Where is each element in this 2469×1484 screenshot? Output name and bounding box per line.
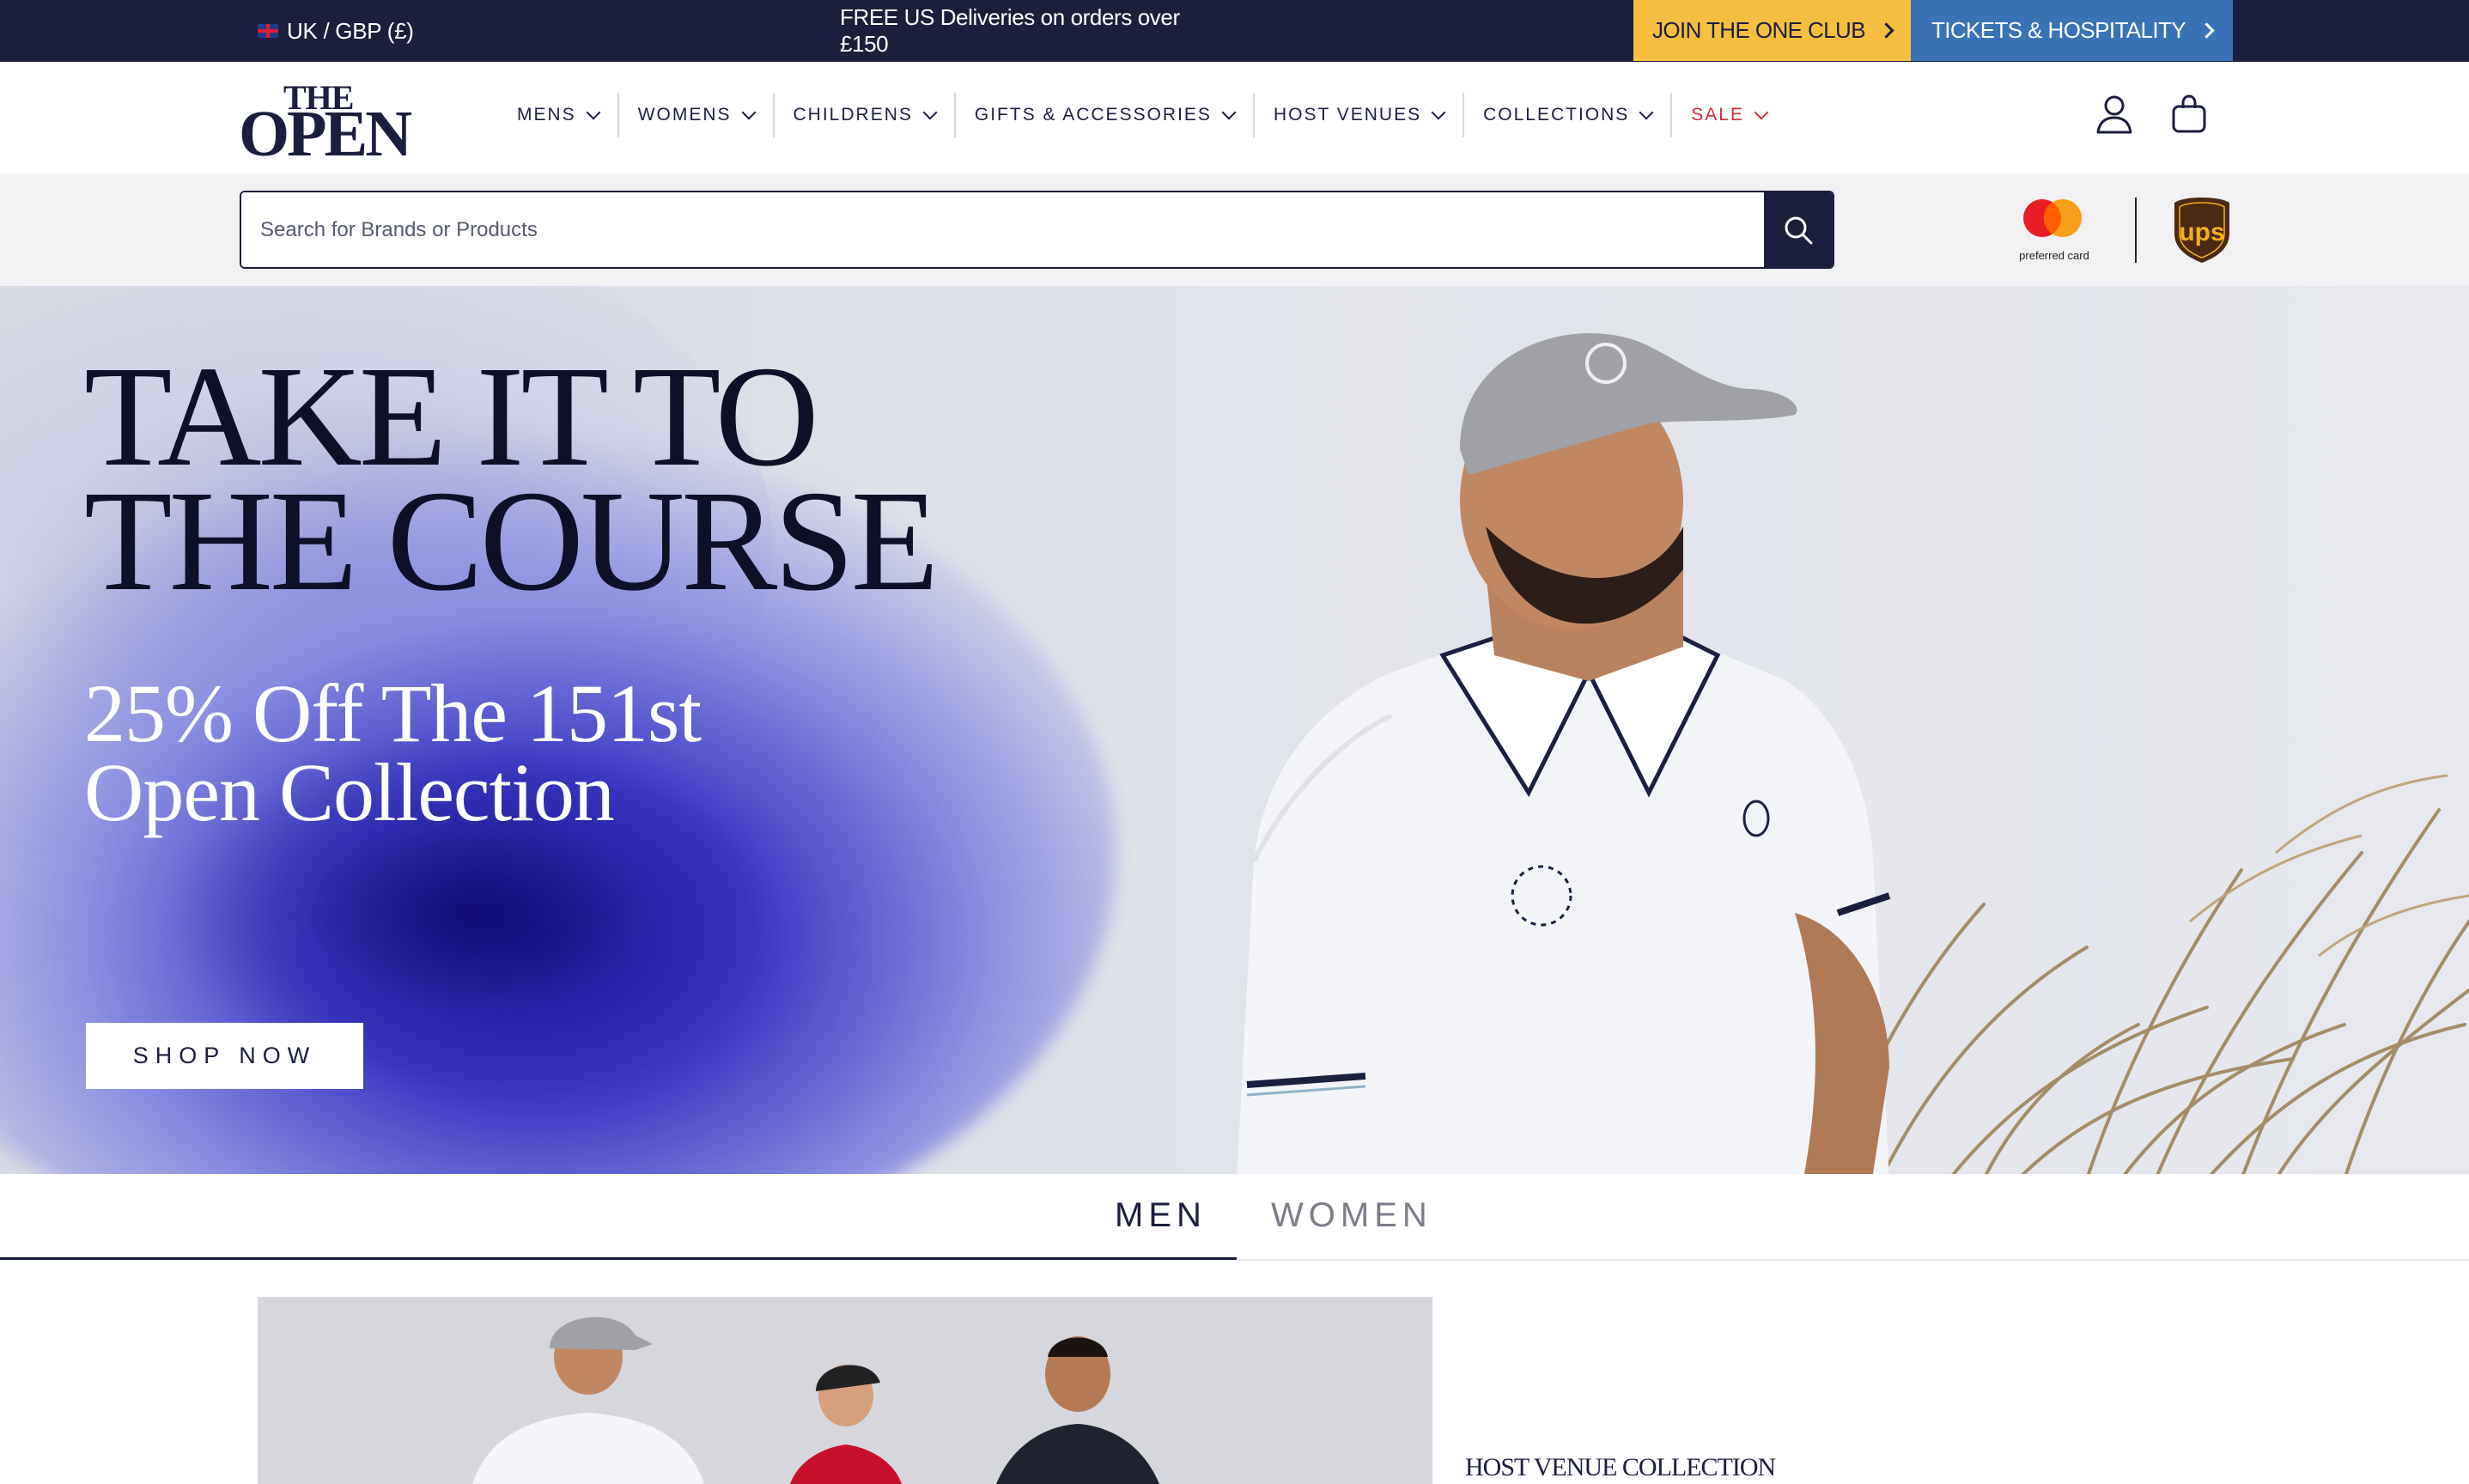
tickets-hospitality-button[interactable]: TICKETS & HOSPITALITY [1911,0,2233,61]
bag-icon[interactable] [2171,94,2207,138]
search-box [240,191,1834,269]
search-band: preferred card ups [0,173,2469,286]
chevron-down-icon [741,105,757,119]
nav-label: CHILDRENS [793,105,913,125]
partner-divider [2135,198,2137,263]
nav-label: HOST VENUES [1273,105,1422,125]
hero-subtitle-line2: Open Collection [84,746,615,838]
hero-banner: TAKE IT TO THE COURSE 25% Off The 151st … [0,286,2469,1174]
chevron-down-icon [922,105,938,119]
ups-label: ups [2179,218,2224,246]
nav-item-collections[interactable]: COLLECTIONS [1464,93,1673,137]
nav-label: GIFTS & ACCESSORIES [974,105,1212,125]
nav-label: SALE [1691,105,1744,125]
hero-subtitle-line1: 25% Off The 151st [84,667,702,759]
mastercard-label: preferred card [2019,249,2089,262]
collection-image[interactable] [258,1297,1432,1484]
nav-item-gifts-accessories[interactable]: GIFTS & ACCESSORIES [956,93,1255,137]
ups-logo: ups [2174,198,2229,263]
tab-men[interactable]: MEN [1115,1196,1207,1235]
join-club-button[interactable]: JOIN THE ONE CLUB [1633,0,1911,61]
chevron-down-icon [1754,105,1769,119]
hero-title: TAKE IT TO THE COURSE [84,344,939,621]
golfers-group-image [258,1297,1432,1484]
account-icon[interactable] [2095,94,2133,138]
chevron-right-icon [2198,22,2215,39]
nav-item-mens[interactable]: MENS [498,93,619,137]
logo-line2: OPEN [239,98,412,170]
chevron-right-icon [1878,22,1894,39]
tickets-label: TICKETS & HOSPITALITY [1931,17,2186,43]
nav-item-host-venues[interactable]: HOST VENUES [1255,93,1465,137]
main-header: THE OPEN MENS WOMENS CHILDRENS GIFTS & A… [0,62,2469,173]
chevron-down-icon [1221,105,1237,119]
partner-logos: preferred card ups [2010,191,2241,268]
hero-title-line2: THE COURSE [84,461,939,621]
nav-label: MENS [517,105,576,125]
nav-label: COLLECTIONS [1483,105,1630,125]
nav-item-childrens[interactable]: CHILDRENS [775,93,956,137]
chevron-down-icon [586,105,601,119]
main-nav: MENS WOMENS CHILDRENS GIFTS & ACCESSORIE… [498,93,1785,137]
locale-selector[interactable]: UK / GBP (£) [258,0,414,62]
search-icon [1785,216,1813,244]
nav-label: WOMENS [637,105,732,125]
nav-item-womens[interactable]: WOMENS [619,93,775,137]
hero-subtitle: 25% Off The 151st Open Collection [84,667,702,838]
uk-flag-icon [258,24,278,38]
header-actions [2095,94,2207,138]
join-club-label: JOIN THE ONE CLUB [1652,17,1866,43]
chevron-down-icon [1639,105,1654,119]
active-tab-indicator [0,1257,1237,1260]
locale-label: UK / GBP (£) [287,17,414,44]
tab-women[interactable]: WOMEN [1271,1196,1432,1235]
gender-tabs: MEN WOMEN [0,1174,2469,1261]
top-bar: UK / GBP (£) FREE US Deliveries on order… [0,0,2469,62]
golfer-model-image [1237,333,1891,1174]
promo-banner: FREE US Deliveries on orders over £150 [840,4,1180,57]
search-button[interactable] [1764,192,1833,267]
shop-now-button[interactable]: SHOP NOW [86,1023,363,1089]
collection-title: HOST VENUE COLLECTION [1465,1453,1776,1481]
the-open-logo[interactable]: THE OPEN [239,77,412,167]
search-input[interactable] [241,192,1766,267]
nav-item-sale[interactable]: SALE [1672,93,1785,137]
chevron-down-icon [1431,105,1446,119]
